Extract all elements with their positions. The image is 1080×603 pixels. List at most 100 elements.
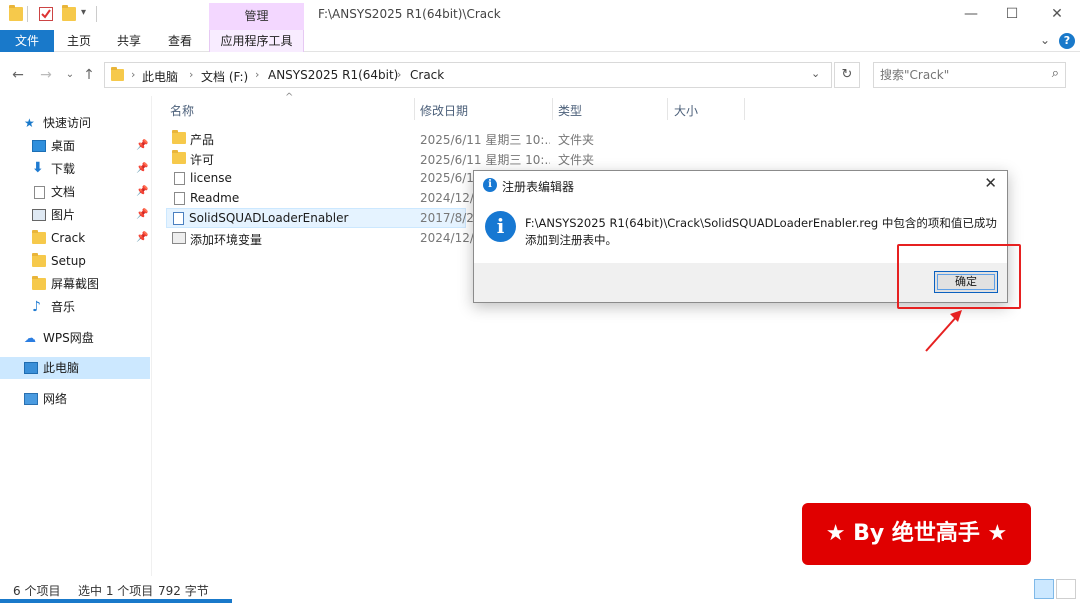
item-count: 6 个项目 bbox=[13, 584, 61, 598]
ribbon-tabs: 文件 主页 共享 查看 应用程序工具 ⌄ ? bbox=[0, 30, 1080, 52]
breadcrumb-drive[interactable]: 文档 (F:) bbox=[201, 68, 248, 85]
batch-file-icon bbox=[172, 232, 186, 244]
address-bar[interactable]: › 此电脑 › 文档 (F:) › ANSYS2025 R1(64bit) › … bbox=[104, 62, 832, 88]
column-header-name[interactable]: 名称 bbox=[170, 102, 194, 119]
back-arrow-icon[interactable]: ← bbox=[9, 64, 27, 86]
sidebar-item-music[interactable]: ♪ 音乐 bbox=[0, 296, 150, 318]
sidebar-item-this-pc[interactable]: 此电脑 bbox=[0, 357, 150, 379]
file-row[interactable]: 产品 2025/6/11 星期三 10:... 文件夹 bbox=[166, 128, 752, 148]
sidebar-item-downloads[interactable]: ⬇ 下载 📌 bbox=[0, 158, 150, 180]
computer-icon bbox=[24, 362, 38, 374]
tab-app-tools[interactable]: 应用程序工具 bbox=[209, 30, 304, 52]
folder-icon bbox=[9, 5, 23, 21]
download-arrow-icon: ⬇ bbox=[32, 160, 44, 176]
breadcrumb-ansys[interactable]: ANSYS2025 R1(64bit) bbox=[268, 68, 398, 82]
recent-locations-icon[interactable]: ⌄ bbox=[61, 64, 79, 86]
info-icon: i bbox=[483, 178, 497, 192]
music-note-icon: ♪ bbox=[32, 299, 41, 315]
breadcrumb-this-pc[interactable]: 此电脑 bbox=[142, 68, 178, 85]
folder-icon bbox=[32, 276, 46, 290]
folder-icon bbox=[172, 130, 186, 144]
dialog-title: 注册表编辑器 bbox=[502, 180, 575, 194]
column-separator[interactable] bbox=[414, 98, 415, 120]
sidebar-item-network[interactable]: 网络 bbox=[0, 388, 150, 410]
folder-icon bbox=[32, 230, 46, 244]
folder-icon bbox=[32, 253, 46, 267]
column-separator[interactable] bbox=[552, 98, 553, 120]
cloud-icon: ☁ bbox=[24, 331, 36, 345]
tab-view[interactable]: 查看 bbox=[161, 30, 199, 52]
customize-quick-access-icon[interactable]: ▾ bbox=[81, 7, 86, 18]
column-separator[interactable] bbox=[667, 98, 668, 120]
forward-arrow-icon[interactable]: → bbox=[37, 64, 55, 86]
breadcrumb-separator-icon: › bbox=[397, 68, 402, 81]
folder-icon bbox=[111, 67, 124, 81]
sidebar-item-screenshots[interactable]: 屏幕截图 bbox=[0, 273, 150, 295]
tab-home[interactable]: 主页 bbox=[60, 30, 98, 52]
sidebar-item-wps[interactable]: ☁ WPS网盘 bbox=[0, 327, 150, 349]
search-box[interactable]: ⌕ bbox=[873, 62, 1066, 88]
watermark-banner: ★ By 绝世高手 ★ bbox=[802, 503, 1031, 565]
pointer-arrow-icon bbox=[925, 310, 962, 352]
pin-icon[interactable]: 📌 bbox=[136, 227, 148, 249]
manage-context-tab[interactable]: 管理 bbox=[209, 3, 304, 30]
details-view-icon[interactable] bbox=[1034, 579, 1054, 599]
dialog-close-icon[interactable]: ✕ bbox=[984, 174, 997, 192]
file-row[interactable]: 许可 2025/6/11 星期三 10:... 文件夹 bbox=[166, 148, 752, 168]
large-icons-view-icon[interactable] bbox=[1056, 579, 1076, 599]
picture-icon bbox=[32, 209, 46, 221]
search-input[interactable] bbox=[880, 64, 1040, 86]
file-icon bbox=[174, 172, 185, 185]
sidebar-item-desktop[interactable]: 桌面 📌 bbox=[0, 135, 150, 157]
column-header-size[interactable]: 大小 bbox=[674, 102, 698, 119]
sidebar-item-setup[interactable]: Setup bbox=[0, 250, 150, 272]
minimize-button[interactable]: — bbox=[948, 2, 994, 26]
column-header-date[interactable]: 修改日期 bbox=[420, 102, 468, 119]
pin-icon[interactable]: 📌 bbox=[136, 204, 148, 226]
star-icon: ★ bbox=[24, 116, 35, 130]
registry-file-icon bbox=[173, 212, 184, 225]
sidebar-item-quick-access[interactable]: ★ 快速访问 bbox=[0, 112, 150, 134]
refresh-button[interactable]: ↻ bbox=[834, 62, 860, 88]
divider bbox=[27, 6, 28, 22]
info-icon: i bbox=[485, 211, 516, 242]
search-icon[interactable]: ⌕ bbox=[1052, 66, 1059, 81]
divider bbox=[96, 6, 97, 22]
tab-file[interactable]: 文件 bbox=[0, 30, 54, 52]
document-icon bbox=[34, 186, 45, 199]
breadcrumb-separator-icon: › bbox=[131, 68, 136, 81]
properties-icon[interactable] bbox=[39, 7, 53, 21]
up-arrow-icon[interactable]: ↑ bbox=[80, 64, 98, 86]
progress-bar bbox=[0, 599, 232, 603]
help-icon[interactable]: ? bbox=[1059, 33, 1075, 49]
maximize-button[interactable]: ☐ bbox=[989, 2, 1035, 26]
column-header-type[interactable]: 类型 bbox=[558, 102, 582, 119]
breadcrumb-separator-icon: › bbox=[189, 68, 194, 81]
pin-icon[interactable]: 📌 bbox=[136, 158, 148, 180]
selected-size: 792 字节 bbox=[158, 584, 209, 598]
breadcrumb-separator-icon: › bbox=[255, 68, 260, 81]
breadcrumb-crack[interactable]: Crack bbox=[410, 68, 444, 82]
desktop-icon bbox=[32, 140, 46, 152]
network-icon bbox=[24, 393, 38, 405]
title-bar: ▾ 管理 F:\ANSYS2025 R1(64bit)\Crack — ☐ ✕ bbox=[0, 0, 1080, 30]
tab-share[interactable]: 共享 bbox=[110, 30, 148, 52]
sidebar-item-pictures[interactable]: 图片 📌 bbox=[0, 204, 150, 226]
close-button[interactable]: ✕ bbox=[1034, 2, 1080, 26]
new-folder-icon[interactable] bbox=[62, 5, 76, 21]
navigation-pane: ★ 快速访问 桌面 📌 ⬇ 下载 📌 文档 📌 图片 📌 Crack 📌 Set… bbox=[0, 98, 152, 578]
sidebar-item-crack[interactable]: Crack 📌 bbox=[0, 227, 150, 249]
window-title: F:\ANSYS2025 R1(64bit)\Crack bbox=[318, 7, 501, 21]
navigation-bar: ← → ⌄ ↑ › 此电脑 › 文档 (F:) › ANSYS2025 R1(6… bbox=[0, 60, 1080, 90]
column-separator[interactable] bbox=[744, 98, 745, 120]
sidebar-item-documents[interactable]: 文档 📌 bbox=[0, 181, 150, 203]
pin-icon[interactable]: 📌 bbox=[136, 181, 148, 203]
address-dropdown-icon[interactable]: ⌄ bbox=[811, 67, 820, 80]
text-file-icon bbox=[174, 192, 185, 205]
pin-icon[interactable]: 📌 bbox=[136, 135, 148, 157]
ribbon-collapse-icon[interactable]: ⌄ bbox=[1040, 33, 1050, 47]
selected-count: 选中 1 个项目 bbox=[78, 584, 154, 598]
folder-icon bbox=[172, 150, 186, 164]
highlight-box bbox=[897, 244, 1021, 309]
dialog-message-line: F:\ANSYS2025 R1(64bit)\Crack\SolidSQUADL… bbox=[525, 216, 997, 230]
